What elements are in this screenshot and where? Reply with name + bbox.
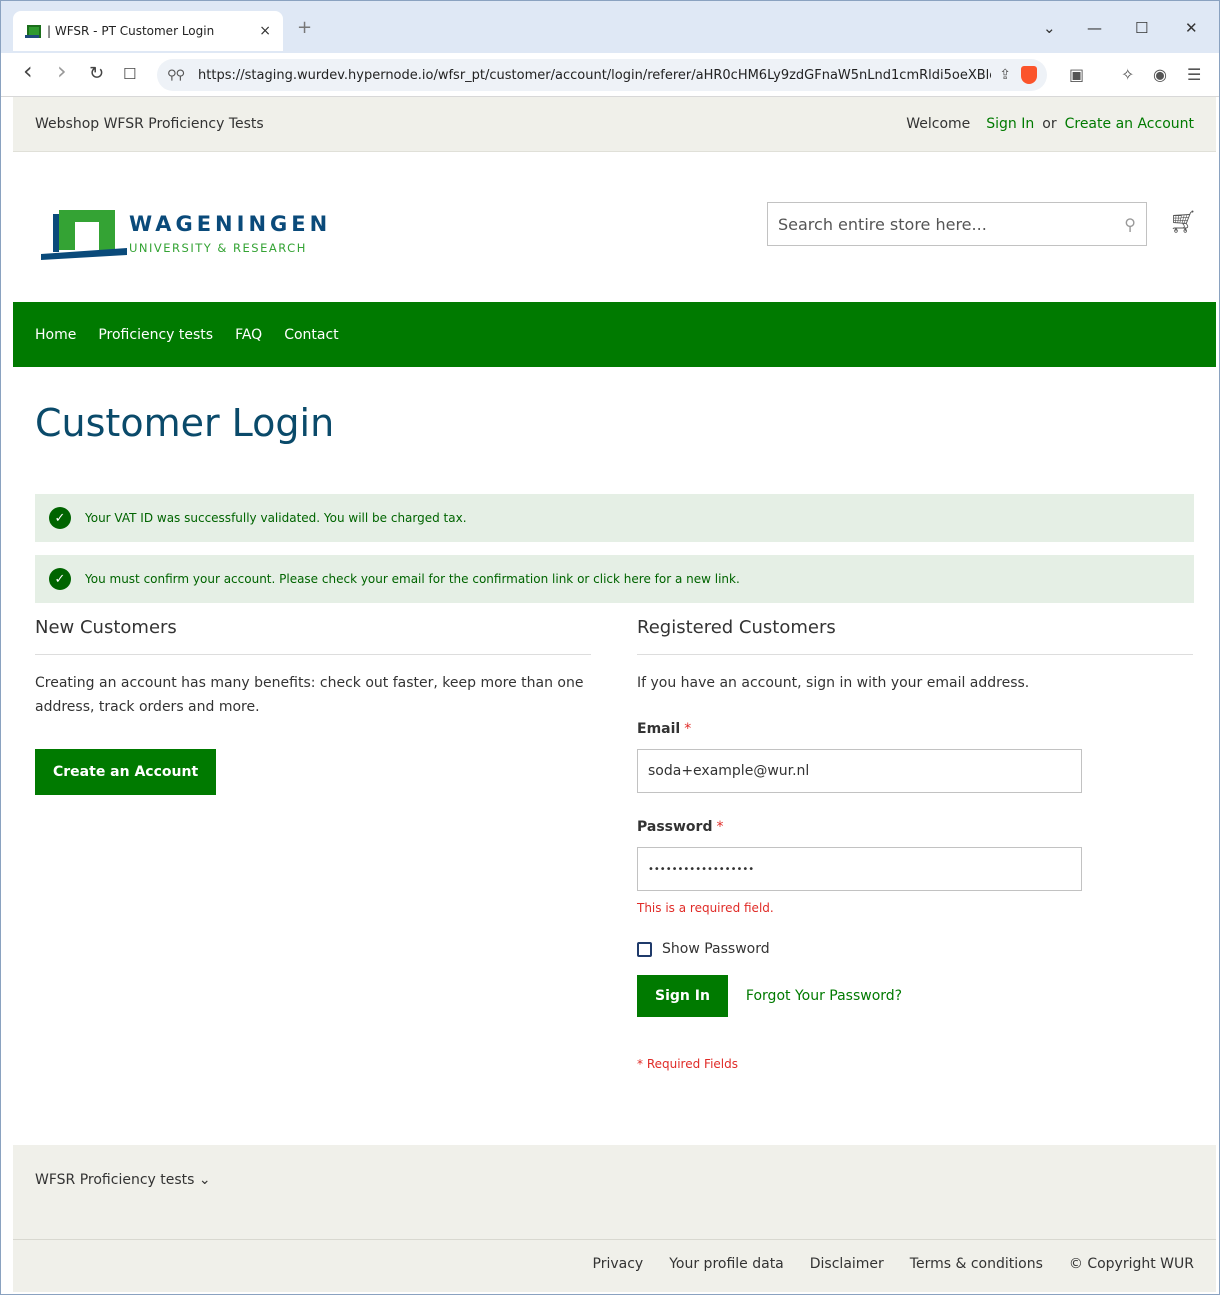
footer-links: Privacy Your profile data Disclaimer Ter…: [567, 1256, 1194, 1272]
forgot-password-link[interactable]: Forgot Your Password?: [746, 988, 902, 1004]
url-text: https://staging.wurdev.hypernode.io/wfsr…: [198, 67, 991, 83]
success-message: ✓ Your VAT ID was successfully validated…: [35, 494, 1194, 542]
footer-copyright: © Copyright WUR: [1068, 1256, 1194, 1272]
sign-in-link[interactable]: Sign In: [986, 116, 1034, 132]
logo-wordmark: WAGENINGEN: [129, 212, 332, 236]
registered-customers-text: If you have an account, sign in with you…: [637, 675, 1030, 691]
menu-icon[interactable]: ☰: [1187, 65, 1201, 84]
footer-link-privacy[interactable]: Privacy: [593, 1256, 644, 1272]
new-tab-button[interactable]: +: [297, 17, 312, 38]
footer-link-terms[interactable]: Terms & conditions: [910, 1256, 1043, 1272]
nav-item-home[interactable]: Home: [35, 327, 76, 343]
show-password-label: Show Password: [662, 941, 770, 957]
url-field[interactable]: ⚲⚲ https://staging.wurdev.hypernode.io/w…: [157, 59, 1047, 91]
back-icon[interactable]: ‹: [23, 57, 33, 85]
welcome-text: Welcome: [906, 116, 971, 132]
nav-item-proficiency-tests[interactable]: Proficiency tests: [98, 327, 213, 343]
forward-icon[interactable]: ›: [57, 57, 67, 85]
search-input[interactable]: [778, 214, 1125, 234]
close-window-icon[interactable]: ✕: [1185, 19, 1198, 37]
tab-title: | WFSR - PT Customer Login: [47, 24, 215, 38]
address-bar: ‹ › ↻ ☐ ⚲⚲ https://staging.wurdev.hypern…: [1, 53, 1219, 97]
create-account-link[interactable]: Create an Account: [1065, 116, 1194, 132]
wur-logo-icon: [41, 210, 127, 260]
password-label: Password *: [637, 819, 724, 835]
required-asterisk: *: [716, 819, 724, 835]
site-header: WAGENINGEN UNIVERSITY & RESEARCH ⚲ 🛒︎: [13, 152, 1216, 302]
browser-tab[interactable]: | WFSR - PT Customer Login ×: [13, 11, 283, 51]
wur-favicon-icon: [25, 24, 41, 38]
footer-link-profile-data[interactable]: Your profile data: [669, 1256, 784, 1272]
registered-customers-heading: Registered Customers: [637, 617, 1193, 655]
leo-ai-icon[interactable]: ✧: [1121, 65, 1134, 84]
store-name: Webshop WFSR Proficiency Tests: [35, 116, 264, 132]
registered-customers-block: Registered Customers If you have an acco…: [637, 617, 1193, 1071]
new-customers-block: New Customers Creating an account has ma…: [35, 617, 591, 795]
nav-item-contact[interactable]: Contact: [284, 327, 338, 343]
bookmark-icon[interactable]: ☐: [123, 65, 136, 83]
new-customers-heading: New Customers: [35, 617, 591, 655]
sign-in-button[interactable]: Sign In: [637, 975, 728, 1017]
show-password-checkbox[interactable]: [637, 941, 652, 957]
maximize-icon[interactable]: ☐: [1135, 19, 1148, 37]
required-fields-note: * Required Fields: [637, 1057, 738, 1071]
site-settings-icon[interactable]: ⚲⚲: [167, 68, 185, 83]
message-text: Your VAT ID was successfully validated. …: [85, 511, 467, 525]
footer-divider: [13, 1239, 1216, 1240]
site-footer: WFSR Proficiency tests ⌄ Privacy Your pr…: [13, 1145, 1216, 1292]
brave-shield-icon[interactable]: [1021, 66, 1037, 84]
new-customers-text: Creating an account has many benefits: c…: [35, 675, 584, 715]
top-panel: Webshop WFSR Proficiency Tests Welcome S…: [13, 97, 1216, 152]
vpn-icon[interactable]: ◉: [1153, 65, 1167, 84]
search-icon[interactable]: ⚲: [1124, 215, 1136, 234]
title-bar: | WFSR - PT Customer Login × + ⌄ — ☐ ✕: [1, 1, 1219, 53]
email-label: Email *: [637, 721, 692, 737]
success-message: ✓ You must confirm your account. Please …: [35, 555, 1194, 603]
wur-logo[interactable]: WAGENINGEN UNIVERSITY & RESEARCH: [39, 208, 339, 264]
logo-subtitle: UNIVERSITY & RESEARCH: [129, 241, 307, 255]
checkmark-icon: ✓: [49, 507, 71, 529]
browser-window: | WFSR - PT Customer Login × + ⌄ — ☐ ✕ ‹…: [0, 0, 1220, 1295]
show-password-toggle[interactable]: Show Password: [637, 941, 1193, 957]
page-title: Customer Login: [35, 401, 335, 445]
tab-close-icon[interactable]: ×: [259, 23, 271, 39]
search-box[interactable]: ⚲: [767, 202, 1147, 246]
main-navigation: Home Proficiency tests FAQ Contact: [13, 302, 1216, 367]
password-field[interactable]: ••••••••••••••••••: [637, 847, 1082, 891]
cart-icon[interactable]: 🛒︎: [1169, 210, 1197, 235]
password-error: This is a required field.: [637, 901, 774, 915]
web-page: Webshop WFSR Proficiency Tests Welcome S…: [13, 97, 1216, 1292]
login-actions: Sign In Forgot Your Password?: [637, 975, 1193, 1017]
or-text: or: [1042, 116, 1057, 132]
checkmark-icon: ✓: [49, 568, 71, 590]
share-icon[interactable]: ⇪: [999, 67, 1011, 83]
reader-mode-icon[interactable]: ▣: [1069, 65, 1084, 84]
reload-icon[interactable]: ↻: [89, 63, 104, 84]
footer-heading[interactable]: WFSR Proficiency tests ⌄: [35, 1172, 211, 1188]
footer-link-disclaimer[interactable]: Disclaimer: [810, 1256, 884, 1272]
create-account-button[interactable]: Create an Account: [35, 749, 217, 795]
message-text[interactable]: You must confirm your account. Please ch…: [85, 572, 740, 586]
minimize-icon[interactable]: —: [1087, 19, 1102, 37]
tab-list-icon[interactable]: ⌄: [1043, 19, 1056, 37]
email-field[interactable]: soda+example@wur.nl: [637, 749, 1082, 793]
nav-item-faq[interactable]: FAQ: [235, 327, 262, 343]
required-asterisk: *: [684, 721, 692, 737]
